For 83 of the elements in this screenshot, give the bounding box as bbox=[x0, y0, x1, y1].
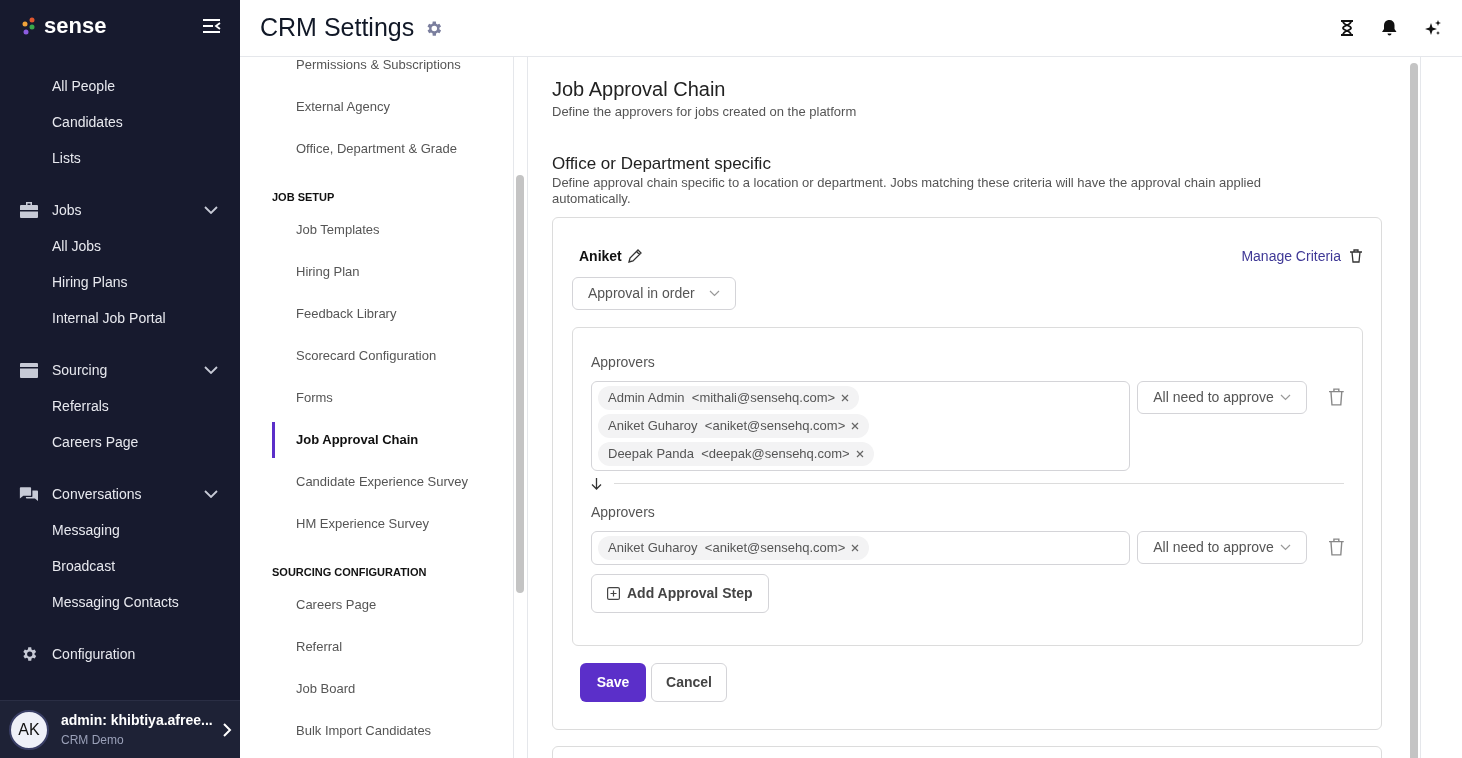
settings-nav-item[interactable]: Office, Department & Grade bbox=[272, 131, 457, 167]
sidebar-item[interactable]: Hiring Plans bbox=[0, 264, 240, 300]
chain-name: Aniket bbox=[579, 246, 622, 266]
nav-group-heading: JOB SETUP bbox=[271, 189, 336, 205]
chevron-down-icon[interactable] bbox=[204, 490, 218, 498]
approval-rule-dropdown[interactable]: All need to approve bbox=[1137, 530, 1308, 564]
organization-name: CRM Demo bbox=[61, 732, 125, 749]
settings-nav-item[interactable]: Scorecard Configuration bbox=[272, 338, 437, 374]
sidebar-group-label[interactable]: Sourcing bbox=[52, 359, 190, 381]
settings-nav-item[interactable]: Bulk Import Candidates bbox=[272, 713, 432, 749]
settings-nav-item[interactable]: Job Board bbox=[272, 671, 356, 707]
scrollbar-thumb[interactable] bbox=[516, 175, 524, 593]
save-button[interactable]: Save bbox=[580, 662, 646, 702]
approval-mode-dropdown[interactable]: Approval in order bbox=[572, 276, 736, 310]
approval-rule-dropdown[interactable]: All need to approve bbox=[1137, 380, 1308, 414]
settings-nav-item[interactable]: Job Templates bbox=[272, 212, 380, 248]
sidebar-item[interactable]: All People bbox=[0, 68, 240, 104]
remove-icon[interactable] bbox=[851, 421, 860, 430]
chevron-down-icon[interactable] bbox=[204, 206, 218, 214]
approver-tag: Admin Admin <mithali@sensehq.com> bbox=[598, 385, 860, 410]
approver-tag: Aniket Guharoy <aniket@sensehq.com> bbox=[598, 535, 870, 560]
sidebar-group-label[interactable]: Configuration bbox=[52, 643, 218, 665]
subsection-title: Office or Department specific bbox=[552, 153, 772, 174]
notification-bell-icon[interactable] bbox=[1382, 20, 1397, 36]
approver-tag: Aniket Guharoy <aniket@sensehq.com> bbox=[598, 413, 870, 438]
browser-window-icon bbox=[19, 362, 38, 378]
scrollbar-thumb[interactable] bbox=[1410, 63, 1418, 758]
sidebar-item[interactable]: Referrals bbox=[0, 388, 240, 424]
settings-nav-item[interactable]: Referral bbox=[272, 629, 343, 665]
sidebar-item[interactable]: Messaging bbox=[0, 512, 240, 548]
settings-nav-item[interactable]: Candidate Experience Survey bbox=[272, 464, 468, 500]
page-title: CRM Settings bbox=[260, 12, 415, 44]
sidebar-group-label[interactable]: Conversations bbox=[52, 483, 190, 505]
chevron-right-icon[interactable] bbox=[222, 722, 232, 737]
remove-icon[interactable] bbox=[855, 449, 864, 458]
section-title: Job Approval Chain bbox=[552, 77, 727, 101]
nav-group-heading: SOURCING CONFIGURATION bbox=[271, 564, 428, 580]
settings-nav-item[interactable]: Forms bbox=[272, 380, 333, 416]
chevron-down-icon[interactable] bbox=[204, 366, 218, 374]
user-avatar: AK bbox=[9, 709, 49, 750]
sidebar-item[interactable]: Internal Job Portal bbox=[0, 300, 240, 336]
user-bar[interactable]: AK admin: khibtiya.afree... CRM Demo bbox=[0, 700, 240, 758]
section-description: Define the approvers for jobs created on the platform bbox=[552, 103, 858, 121]
collapse-menu-icon[interactable] bbox=[202, 18, 222, 34]
user-name: admin: khibtiya.afree... bbox=[61, 711, 210, 730]
step-label: Approvers bbox=[591, 352, 656, 372]
logo-icon bbox=[22, 16, 36, 36]
sparkle-icon[interactable] bbox=[1425, 19, 1442, 37]
caret-down-icon bbox=[708, 289, 720, 297]
settings-nav-item[interactable]: Hiring Plan bbox=[272, 254, 360, 290]
sidebar-group-label[interactable]: Jobs bbox=[52, 199, 190, 221]
settings-nav-item[interactable]: Job Approval Chain bbox=[272, 422, 419, 458]
arrow-down-icon bbox=[591, 477, 602, 490]
sidebar-item[interactable]: Careers Page bbox=[0, 424, 240, 460]
sidebar-item[interactable]: Candidates bbox=[0, 104, 240, 140]
brand-name: sense bbox=[44, 15, 107, 37]
remove-icon[interactable] bbox=[851, 543, 860, 552]
sidebar-item[interactable]: Lists bbox=[0, 140, 240, 176]
sidebar-item[interactable]: Broadcast bbox=[0, 548, 240, 584]
briefcase-icon bbox=[19, 202, 38, 218]
chat-bubbles-icon bbox=[19, 485, 38, 503]
settings-nav-item[interactable]: Permissions & Subscriptions bbox=[272, 57, 461, 83]
approver-tag: Deepak Panda <deepak@sensehq.com> bbox=[598, 441, 874, 466]
approvers-field[interactable]: Admin Admin <mithali@sensehq.com> Aniket Guharoy <aniket@sensehq.com> Deepak Panda <deepak@sensehq.com> bbox=[591, 380, 1131, 471]
cancel-button[interactable]: Cancel bbox=[651, 662, 727, 702]
trash-icon[interactable] bbox=[1350, 249, 1362, 263]
add-approval-step-button[interactable]: Add Approval Step bbox=[591, 573, 769, 613]
settings-nav-item[interactable]: External Agency bbox=[272, 89, 390, 125]
caret-down-icon bbox=[1280, 543, 1292, 551]
subsection-description: Define approval chain specific to a location or department. Jobs matching these criteria will have the approval chain applied automatically. bbox=[552, 174, 1262, 207]
sidebar-item[interactable]: Messaging Contacts bbox=[0, 584, 240, 620]
sidebar-item[interactable]: All Jobs bbox=[0, 228, 240, 264]
manage-criteria-link[interactable]: Manage Criteria bbox=[1241, 245, 1341, 267]
settings-nav-item[interactable]: HM Experience Survey bbox=[272, 506, 429, 542]
plus-square-icon bbox=[607, 586, 620, 600]
step-label: Approvers bbox=[591, 502, 656, 522]
approvers-field[interactable]: Aniket Guharoy <aniket@sensehq.com> bbox=[591, 530, 1131, 565]
settings-nav-item[interactable]: Careers Page bbox=[272, 587, 377, 623]
remove-icon[interactable] bbox=[841, 393, 850, 402]
hourglass-icon[interactable] bbox=[1340, 20, 1354, 36]
caret-down-icon bbox=[1280, 393, 1292, 401]
pencil-icon[interactable] bbox=[627, 249, 642, 263]
settings-nav-item[interactable]: Feedback Library bbox=[272, 296, 397, 332]
